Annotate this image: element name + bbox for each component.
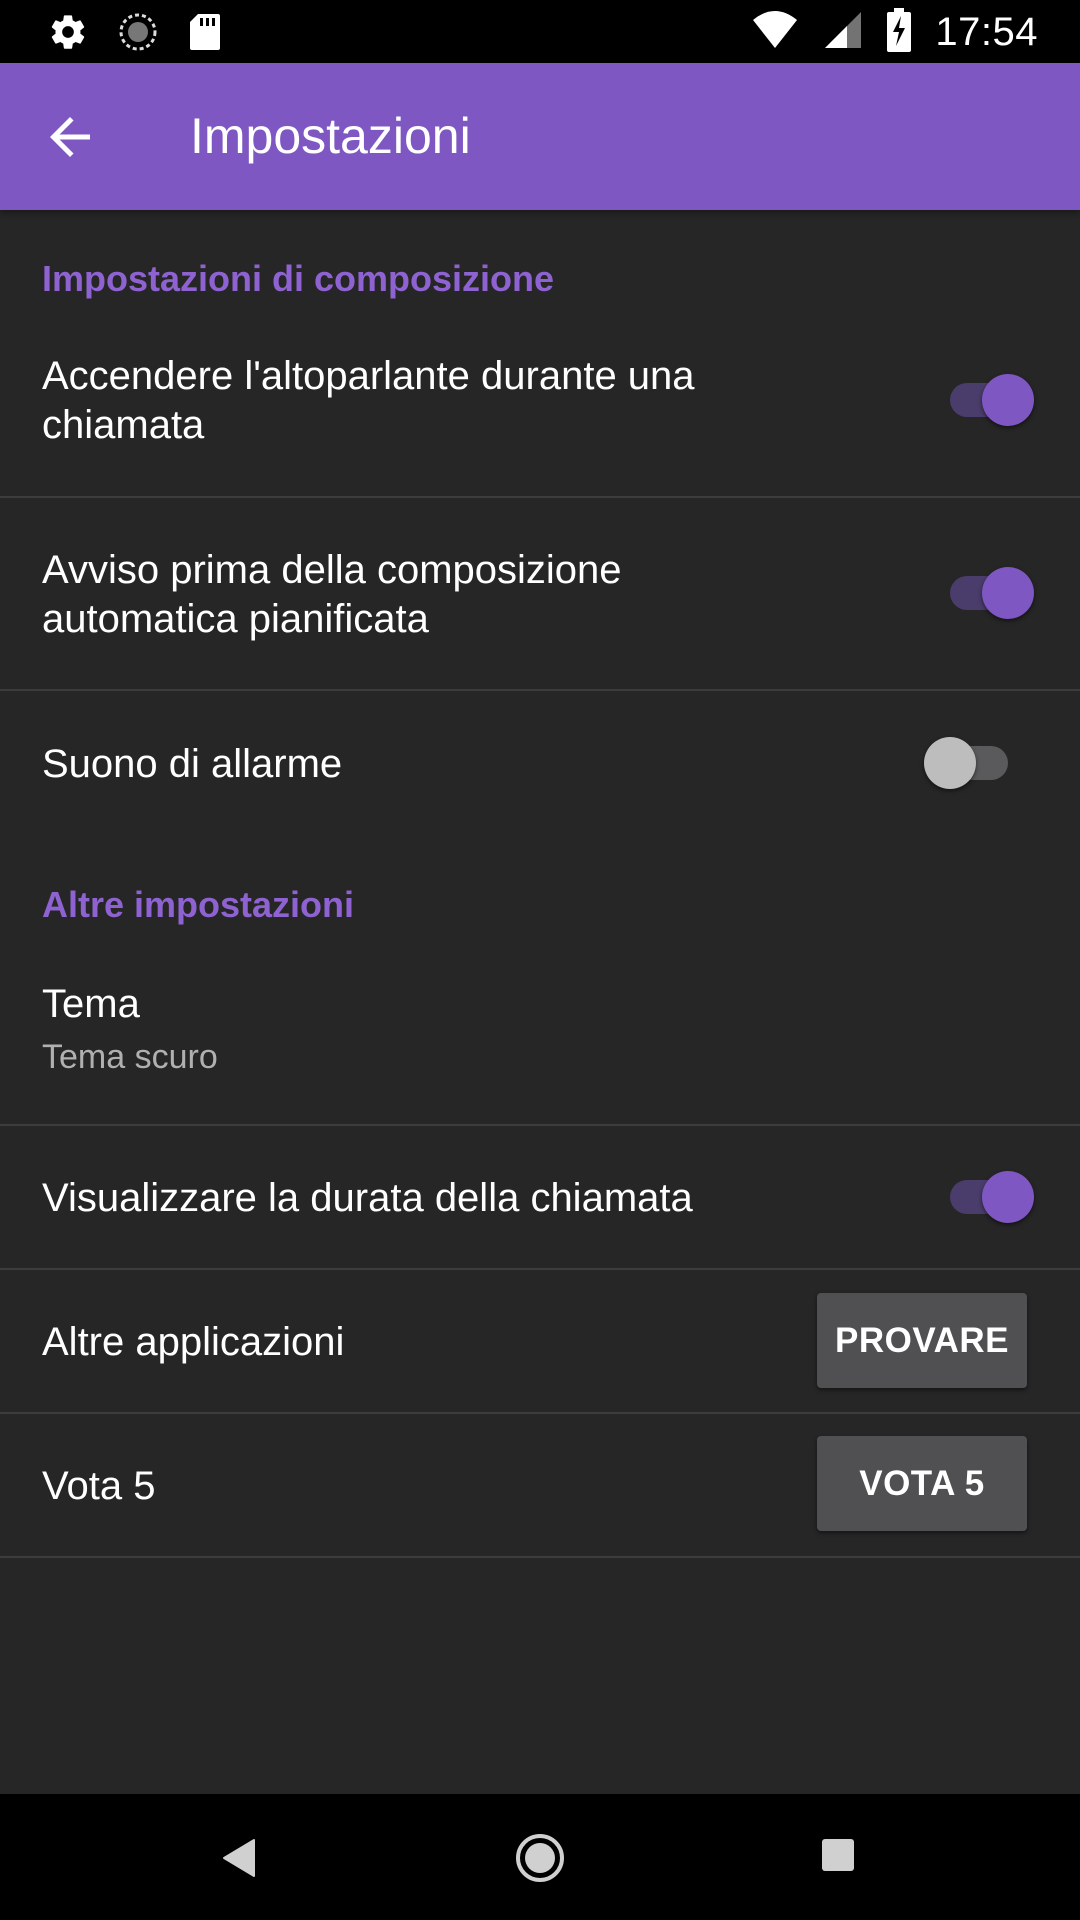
divider bbox=[0, 1556, 1080, 1558]
nav-back-icon[interactable] bbox=[222, 1838, 256, 1883]
warning-toggle[interactable] bbox=[944, 563, 1034, 623]
rate-button[interactable]: VOTA 5 bbox=[817, 1436, 1027, 1531]
status-time: 17:54 bbox=[935, 10, 1038, 54]
divider bbox=[0, 689, 1080, 691]
setting-row-rate: Vota 5 VOTA 5 bbox=[0, 1436, 1080, 1552]
setting-row-alarm[interactable]: Suono di allarme bbox=[0, 737, 1080, 830]
setting-title-warning: Avviso prima della composizione automati… bbox=[42, 548, 622, 641]
sd-card-icon bbox=[188, 12, 222, 57]
setting-row-other-apps: Altre applicazioni PROVARE bbox=[0, 1293, 1080, 1408]
setting-title-alarm: Suono di allarme bbox=[42, 742, 343, 786]
status-bar: 17:54 bbox=[0, 0, 1080, 63]
setting-row-duration[interactable]: Visualizzare la durata della chiamata bbox=[0, 1171, 1080, 1264]
setting-title-rate: Vota 5 bbox=[42, 1464, 156, 1508]
nav-recents-icon[interactable] bbox=[821, 1838, 855, 1877]
duration-toggle[interactable] bbox=[944, 1167, 1034, 1227]
setting-title-duration: Visualizzare la durata della chiamata bbox=[42, 1176, 693, 1220]
battery-charging-icon bbox=[887, 8, 912, 57]
toggle-thumb bbox=[982, 1171, 1034, 1223]
setting-row-warning[interactable]: Avviso prima della composizione automati… bbox=[0, 546, 1080, 686]
setting-row-theme[interactable]: Tema Tema scuro bbox=[0, 980, 1080, 1110]
navigation-bar bbox=[0, 1794, 1080, 1920]
toggle-thumb bbox=[924, 737, 976, 789]
page-title: Impostazioni bbox=[190, 108, 471, 164]
toggle-thumb bbox=[982, 567, 1034, 619]
section-header-dialing: Impostazioni di composizione bbox=[42, 258, 555, 299]
setting-summary-theme: Tema scuro bbox=[42, 1038, 218, 1076]
setting-title-theme: Tema bbox=[42, 982, 140, 1026]
setting-row-speaker[interactable]: Accendere l'altoparlante durante una chi… bbox=[0, 352, 1080, 497]
cell-signal-icon bbox=[823, 10, 863, 55]
wifi-icon bbox=[751, 10, 799, 55]
arrow-back-icon bbox=[50, 117, 90, 157]
nav-home-icon[interactable] bbox=[514, 1832, 566, 1889]
section-header-other: Altre impostazioni bbox=[42, 884, 355, 925]
alarm-toggle[interactable] bbox=[924, 733, 1014, 793]
try-button[interactable]: PROVARE bbox=[817, 1293, 1027, 1388]
settings-screen: 17:54 Impostazioni Impostazioni di compo… bbox=[0, 0, 1080, 1920]
gear-icon bbox=[48, 12, 88, 57]
speaker-toggle[interactable] bbox=[944, 370, 1034, 430]
app-bar: Impostazioni bbox=[0, 63, 1080, 210]
sync-icon bbox=[118, 12, 158, 57]
status-right-icons: 17:54 bbox=[751, 8, 1038, 57]
setting-title-other-apps: Altre applicazioni bbox=[42, 1320, 345, 1364]
status-left-icons bbox=[48, 12, 222, 57]
divider bbox=[0, 1412, 1080, 1414]
divider bbox=[0, 496, 1080, 498]
setting-title-speaker: Accendere l'altoparlante durante una chi… bbox=[42, 354, 695, 447]
toggle-thumb bbox=[982, 374, 1034, 426]
divider bbox=[0, 1124, 1080, 1126]
back-button[interactable] bbox=[40, 107, 100, 167]
divider bbox=[0, 1268, 1080, 1270]
